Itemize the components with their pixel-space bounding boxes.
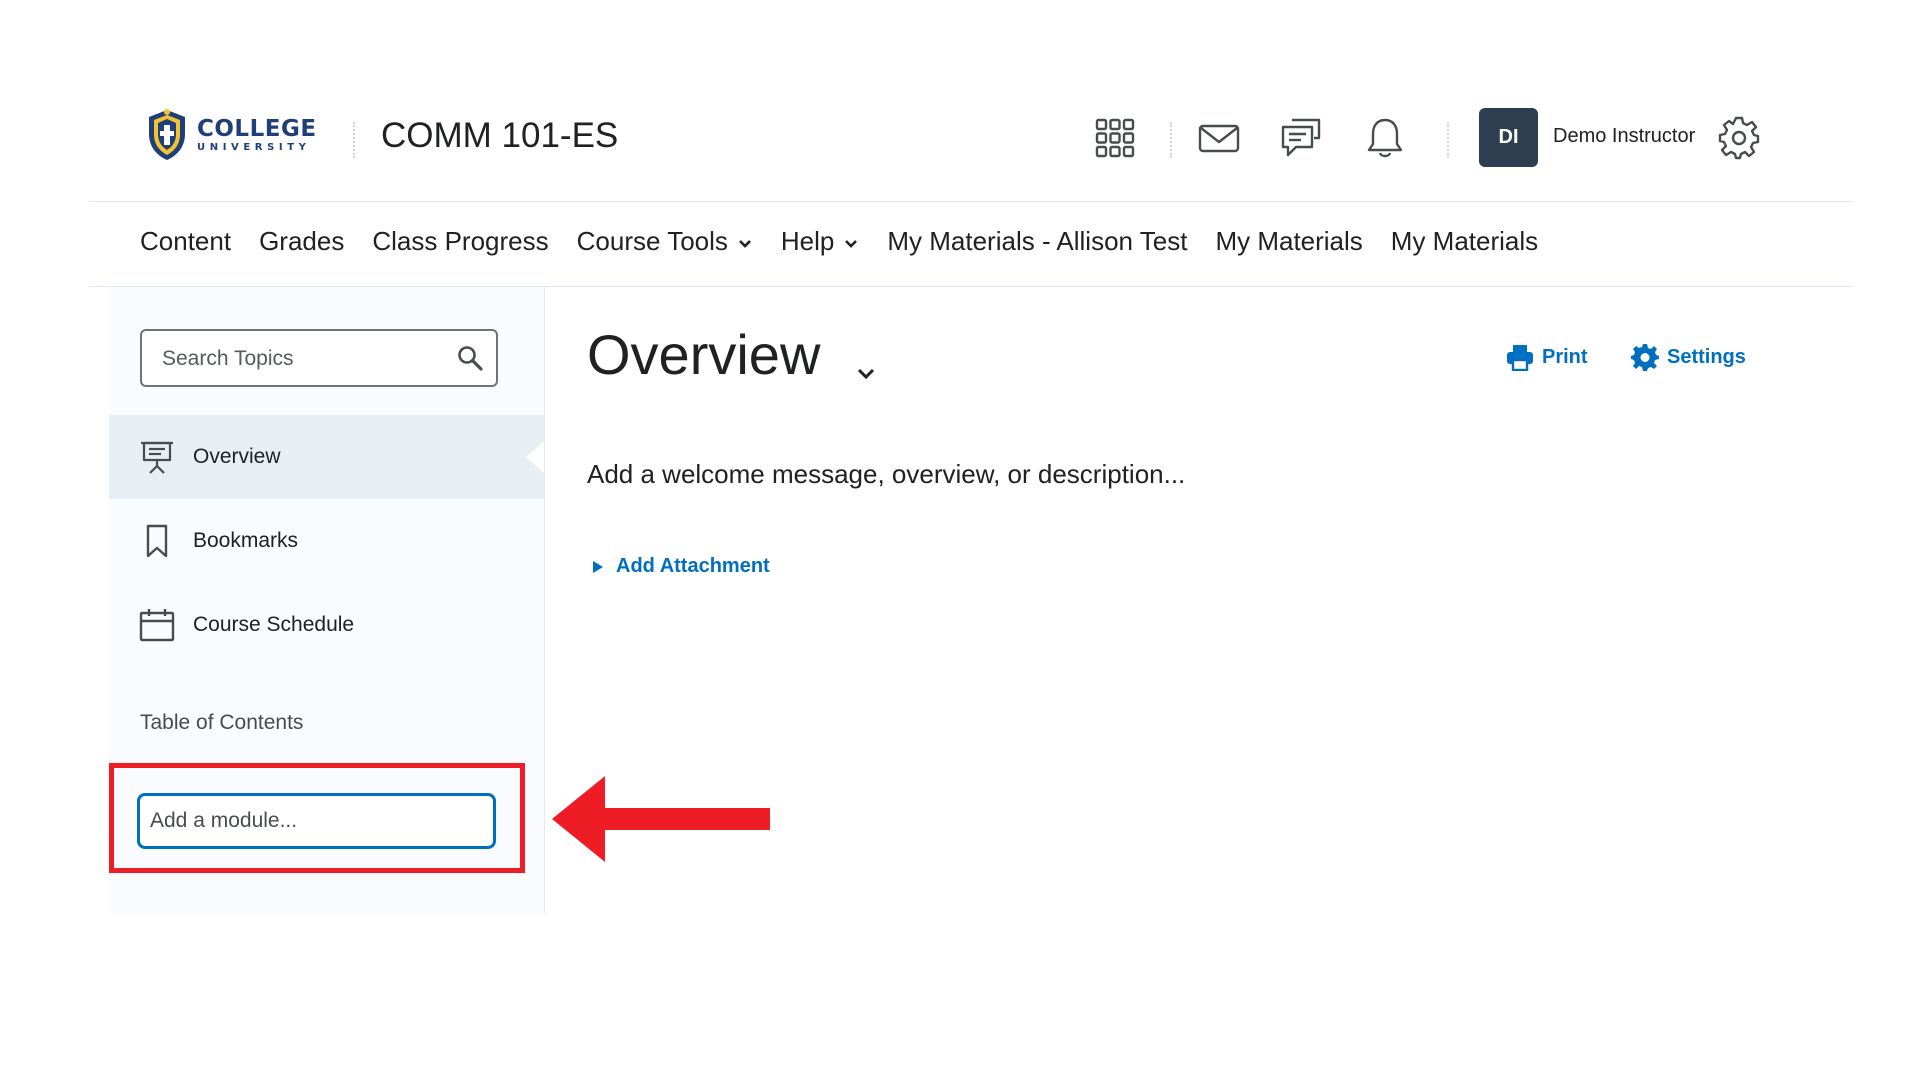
sidebar-item-course-schedule[interactable]: Course Schedule [109,583,544,667]
chevron-down-icon [845,239,858,248]
nav-item-label: My Materials [1215,226,1363,256]
course-title[interactable]: COMM 101-ES [381,116,618,156]
printer-icon [1507,345,1533,371]
bookmark-icon [146,524,168,558]
annotation-arrow-icon [552,776,770,862]
course-navbar: Content Grades Class Progress Course Too… [89,202,1854,287]
gear-icon [1631,344,1659,371]
add-module-input[interactable] [137,793,496,849]
gear-icon[interactable] [1715,114,1763,162]
screenshot-canvas: COLLEGE UNIVERSITY COMM 101-ES DI Demo I… [0,0,1920,1080]
nav-item-grades[interactable]: Grades [259,226,344,257]
sidebar-item-label: Course Schedule [193,613,355,636]
nav-item-label: Course Tools [576,226,728,256]
sidebar-item-bookmarks[interactable]: Bookmarks [109,499,544,583]
settings-label: Settings [1667,345,1746,368]
nav-item-label: Help [780,226,835,256]
nav-item-label: Content [140,226,232,256]
header-divider [1447,122,1449,158]
sidebar-item-overview[interactable]: Overview [109,415,544,499]
chevron-down-icon[interactable] [855,363,877,385]
sidebar-item-label: Bookmarks [193,529,299,552]
chat-icon[interactable] [1277,114,1325,162]
caret-right-icon [593,560,603,573]
add-attachment-label: Add Attachment [616,555,770,577]
college-logo[interactable]: COLLEGE UNIVERSITY [145,108,317,162]
calendar-icon [139,609,175,642]
page-title: Overview [587,323,821,386]
nav-item-label: Class Progress [372,226,549,256]
table-of-contents-heading: Table of Contents [140,711,304,734]
top-header: COLLEGE UNIVERSITY COMM 101-ES DI Demo I… [89,72,1854,202]
user-avatar[interactable]: DI [1479,108,1538,167]
nav-item-my-materials[interactable]: My Materials [1391,226,1538,257]
nav-item-my-materials[interactable]: My Materials [1215,226,1362,257]
search-topics-box [140,329,498,387]
bell-icon[interactable] [1361,114,1409,162]
nav-item-my-materials-allison-test[interactable]: My Materials - Allison Test [887,226,1187,257]
presentation-icon [141,441,173,474]
search-topics-input[interactable] [160,331,444,387]
mail-icon[interactable] [1195,114,1243,162]
nav-item-course-tools[interactable]: Course Tools [577,226,753,257]
sidebar-item-label: Overview [193,445,281,468]
header-divider [353,122,355,158]
shield-crest-icon [149,109,185,160]
user-name[interactable]: Demo Instructor [1553,125,1695,148]
nav-item-help[interactable]: Help [781,226,859,257]
nav-item-label: My Materials [1390,226,1539,256]
nav-items: Content Grades Class Progress Course Too… [140,226,1566,257]
print-label: Print [1542,345,1588,368]
add-attachment-toggle[interactable]: Add Attachment [592,555,770,578]
nav-item-class-progress[interactable]: Class Progress [372,226,548,257]
welcome-message-placeholder[interactable]: Add a welcome message, overview, or desc… [587,459,1185,490]
print-button[interactable]: Print [1506,343,1588,371]
nav-item-content[interactable]: Content [140,226,231,257]
logo-wordmark: COLLEGE UNIVERSITY [197,115,317,153]
logo-university-text: UNIVERSITY [197,141,311,153]
waffle-grid-icon[interactable] [1091,114,1139,162]
logo-college-text: COLLEGE [197,115,317,142]
search-icon[interactable] [456,344,484,372]
chevron-down-icon [738,239,751,248]
settings-button[interactable]: Settings [1631,343,1746,371]
nav-item-label: My Materials - Allison Test [887,226,1188,256]
content-sidebar: Overview Bookmarks Course Schedule Table… [109,287,545,913]
header-divider [1170,122,1172,158]
nav-item-label: Grades [259,226,345,256]
